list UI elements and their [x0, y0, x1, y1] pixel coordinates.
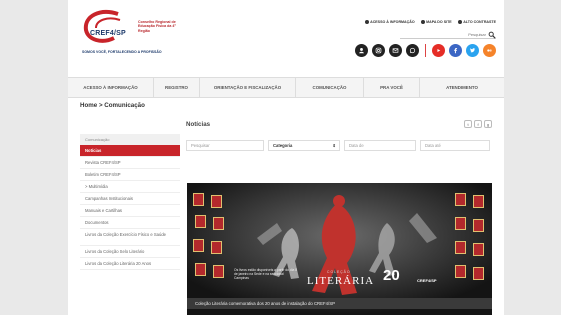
- search-input[interactable]: [400, 31, 496, 39]
- sidebar: Comunicação Notícias Revista CREF4/SP Bo…: [80, 134, 180, 270]
- facebook-icon[interactable]: [449, 44, 462, 57]
- book-cover: [195, 215, 206, 228]
- sidebar-item-noticias[interactable]: Notícias: [80, 145, 180, 157]
- divider: [425, 44, 426, 57]
- sidebar-item-colecao-exercicio[interactable]: Livros da Coleção Exercício Físico e Saú…: [80, 229, 180, 246]
- council-name: Conselho Regional de Educação Física da …: [138, 20, 176, 33]
- banner-logo: CREF4/SP: [417, 278, 437, 283]
- site-logo[interactable]: CREF4/SP Conselho Regional de Educação F…: [80, 8, 210, 56]
- book-cover: [455, 241, 466, 254]
- book-cover: [211, 241, 222, 254]
- main-nav: ACESSO À INFORMAÇÃO REGISTRO ORIENTAÇÃO …: [68, 77, 504, 98]
- sidebar-item-manuais[interactable]: Manuais e Cartilhas: [80, 205, 180, 217]
- banner-collection-title: LITERÁRIA: [307, 275, 375, 287]
- banner-collection-prefix: COLEÇÃO: [327, 270, 351, 274]
- top-link-access[interactable]: ACESSO À INFORMAÇÃO: [364, 20, 415, 24]
- book-cover: [213, 217, 224, 230]
- book-cover: [455, 217, 466, 230]
- breadcrumb-separator: >: [98, 102, 103, 109]
- search-icon[interactable]: [488, 31, 496, 39]
- contrast-icon: [457, 20, 462, 24]
- book-cover: [455, 265, 466, 278]
- nav-item-comunicacao[interactable]: COMUNICAÇÃO: [296, 78, 364, 97]
- share-buttons: t f g: [464, 120, 492, 128]
- news-banner-image[interactable]: Os livros estão disponíveis a partir do …: [187, 183, 492, 315]
- book-cover: [455, 193, 466, 206]
- category-select-label: Categoria: [273, 143, 293, 148]
- page: CREF4/SP Conselho Regional de Educação F…: [68, 0, 504, 315]
- breadcrumb-current: Comunicação: [104, 102, 145, 109]
- sidebar-item-multimidia[interactable]: > Multimídia: [80, 181, 180, 193]
- sidebar-item-campanhas[interactable]: Campanhas Institucionais: [80, 193, 180, 205]
- google-plus-icon[interactable]: g: [484, 120, 492, 128]
- twitter-icon[interactable]: t: [464, 120, 472, 128]
- nav-item-access[interactable]: ACESSO À INFORMAÇÃO: [68, 78, 154, 97]
- banner-caption[interactable]: Coleção Literária comemorativa dos 20 an…: [187, 298, 492, 309]
- top-link-contrast[interactable]: ALTO CONTRASTE: [457, 20, 496, 24]
- youtube-icon[interactable]: [432, 44, 445, 57]
- user-icon[interactable]: [355, 44, 368, 57]
- date-to-input[interactable]: Data até: [420, 140, 490, 151]
- book-cover: [473, 219, 484, 232]
- breadcrumb-home[interactable]: Home: [80, 102, 97, 109]
- sidebar-item-revista[interactable]: Revista CREF4/SP: [80, 157, 180, 169]
- instagram-icon[interactable]: [372, 44, 385, 57]
- banner-artwork: [187, 183, 492, 315]
- nav-item-registro[interactable]: REGISTRO: [154, 78, 200, 97]
- sitemap-icon: [420, 20, 425, 24]
- twitter-icon[interactable]: [466, 44, 479, 57]
- top-link-sitemap[interactable]: MAPA DO SITE: [420, 20, 452, 24]
- logo-text: CREF4/SP: [90, 30, 126, 37]
- sidebar-item-colecao-20-anos[interactable]: Livros da Coleção Literária 20 Anos: [80, 258, 180, 270]
- nav-item-pra-voce[interactable]: PRA VOCÊ: [364, 78, 420, 97]
- book-cover: [195, 263, 206, 276]
- book-cover: [211, 195, 222, 208]
- book-cover: [213, 265, 224, 278]
- date-from-input[interactable]: Data de: [344, 140, 416, 151]
- logo-swirl-icon: [83, 10, 121, 43]
- select-arrows-icon: ⇕: [332, 143, 336, 148]
- whatsapp-icon[interactable]: [406, 44, 419, 57]
- info-icon: [364, 20, 369, 24]
- top-links: ACESSO À INFORMAÇÃO MAPA DO SITE ALTO CO…: [364, 20, 496, 24]
- book-cover: [193, 239, 204, 252]
- breadcrumb: Home > Comunicação: [80, 102, 145, 109]
- sidebar-heading: Comunicação: [80, 134, 180, 145]
- banner-announcement: Os livros estão disponíveis a partir do …: [234, 268, 298, 281]
- category-select[interactable]: Categoria ⇕: [268, 140, 340, 151]
- sidebar-item-documentos[interactable]: Documentos: [80, 217, 180, 229]
- book-cover: [473, 195, 484, 208]
- book-cover: [473, 267, 484, 280]
- email-icon[interactable]: [389, 44, 402, 57]
- news-filters: Pesquisar Categoria ⇕ Data de Data até: [186, 140, 492, 152]
- slogan: SOMOS VOCÊ, FORTALECENDO A PROFISSÃO: [82, 50, 162, 54]
- sidebar-item-colecao-selo[interactable]: Livros da Coleção Selo Literário: [80, 246, 180, 258]
- page-title: Notícias: [186, 121, 211, 128]
- banner-20-years: 20: [383, 267, 400, 284]
- flickr-icon[interactable]: [483, 44, 496, 57]
- facebook-icon[interactable]: f: [474, 120, 482, 128]
- book-cover: [473, 243, 484, 256]
- social-links: [355, 44, 496, 57]
- book-cover: [193, 193, 204, 206]
- nav-item-atendimento[interactable]: ATENDIMENTO: [420, 78, 504, 97]
- news-search-input[interactable]: Pesquisar: [186, 140, 264, 151]
- nav-item-orientacao[interactable]: ORIENTAÇÃO E FISCALIZAÇÃO: [200, 78, 296, 97]
- sidebar-item-boletim[interactable]: Boletim CREF4/SP: [80, 169, 180, 181]
